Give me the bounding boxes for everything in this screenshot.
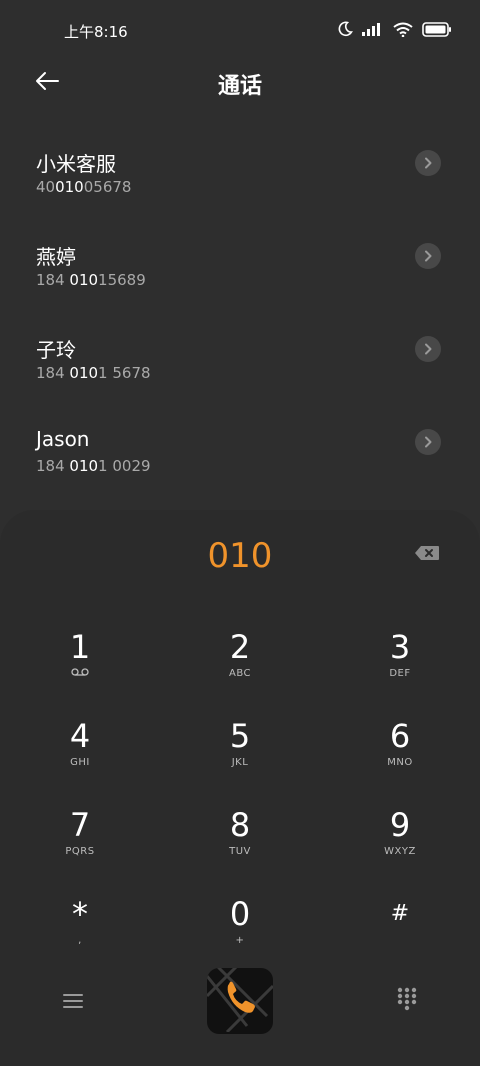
chevron-right-icon: [423, 154, 433, 173]
status-icons: [337, 21, 452, 37]
dialpad-grid-icon: [397, 987, 417, 1015]
contact-detail-button[interactable]: [415, 429, 441, 455]
key-5[interactable]: 5 JKL: [160, 711, 320, 791]
contact-detail-button[interactable]: [415, 150, 441, 176]
contact-detail-button[interactable]: [415, 336, 441, 362]
wifi-icon: [393, 22, 413, 37]
backspace-icon: [414, 545, 440, 565]
key-3[interactable]: 3 DEF: [320, 622, 480, 702]
dialpad-bottom-bar: [0, 968, 480, 1038]
key-9[interactable]: 9 WXYZ: [320, 800, 480, 880]
page-title: 通话: [217, 74, 262, 99]
menu-button[interactable]: [60, 990, 86, 1016]
dialpad-sheet: 010 1 2 ABC 3 DEF 4 GHI 5 JKL 6 MNO 7 PQ…: [0, 510, 480, 1066]
key-8[interactable]: 8 TUV: [160, 800, 320, 880]
key-1[interactable]: 1: [0, 622, 160, 702]
key-star[interactable]: * ,: [0, 889, 160, 969]
chevron-right-icon: [423, 433, 433, 452]
dialpad-toggle-button[interactable]: [394, 987, 420, 1015]
moon-icon: [337, 21, 353, 37]
battery-icon: [422, 21, 452, 37]
call-button[interactable]: [207, 968, 273, 1034]
contact-number: 4001005678: [36, 178, 132, 196]
key-2[interactable]: 2 ABC: [160, 622, 320, 702]
contact-name: 燕婷: [36, 245, 76, 269]
delete-button[interactable]: [412, 544, 442, 566]
chevron-right-icon: [423, 247, 433, 266]
contact-item[interactable]: Jason 184 0101 0029: [0, 407, 480, 500]
key-6[interactable]: 6 MNO: [320, 711, 480, 791]
header: 通话: [0, 62, 480, 104]
contact-number: 184 01015689: [36, 271, 146, 289]
phone-icon: [207, 968, 273, 1034]
key-0[interactable]: 0 +: [160, 889, 320, 969]
contact-name: Jason: [36, 427, 90, 451]
contact-item[interactable]: 子玲 184 0101 5678: [0, 314, 480, 407]
contact-list: 小米客服 4001005678 燕婷 184 01015689 子玲 184 0…: [0, 128, 480, 500]
dialed-number: 010: [207, 536, 273, 576]
hamburger-menu-icon: [63, 993, 83, 1013]
contact-name: 子玲: [36, 338, 76, 362]
key-hash[interactable]: #: [320, 889, 480, 969]
dialer-screen: 上午8:16 通话 小米客服 4001005678 燕婷 184 0101568…: [0, 0, 480, 1066]
contact-name: 小米客服: [36, 152, 116, 176]
status-time: 上午8:16: [64, 23, 128, 41]
key-4[interactable]: 4 GHI: [0, 711, 160, 791]
voicemail-icon: [71, 668, 89, 679]
signal-icon: [362, 22, 384, 36]
key-7[interactable]: 7 PQRS: [0, 800, 160, 880]
contact-item[interactable]: 小米客服 4001005678: [0, 128, 480, 221]
contact-number: 184 0101 0029: [36, 457, 151, 475]
contact-item[interactable]: 燕婷 184 01015689: [0, 221, 480, 314]
contact-detail-button[interactable]: [415, 243, 441, 269]
contact-number: 184 0101 5678: [36, 364, 151, 382]
chevron-right-icon: [423, 340, 433, 359]
status-bar: 上午8:16: [0, 0, 480, 62]
